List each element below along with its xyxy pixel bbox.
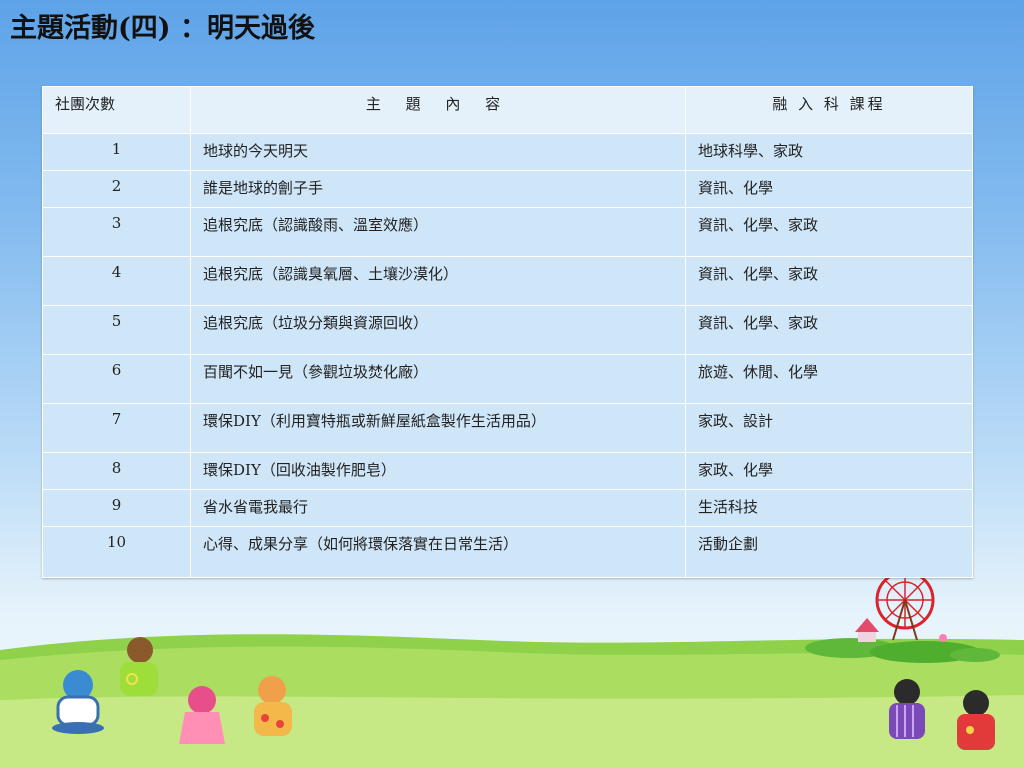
session-number: 5	[42, 305, 191, 355]
subjects-cell: 資訊、化學、家政	[685, 305, 973, 355]
session-number: 4	[42, 256, 191, 306]
session-number: 1	[42, 133, 191, 171]
session-number: 9	[42, 489, 191, 527]
subjects-cell: 資訊、化學	[685, 170, 973, 208]
subjects-cell: 資訊、化學、家政	[685, 256, 973, 306]
table-row: 10 心得、成果分享（如何將環保落實在日常生活） 活動企劃	[42, 526, 973, 578]
column-header-session: 社團次數	[42, 86, 191, 134]
topic-cell: 地球的今天明天	[190, 133, 686, 171]
subjects-cell: 資訊、化學、家政	[685, 207, 973, 257]
subjects-cell: 活動企劃	[685, 526, 973, 578]
subjects-cell: 家政、化學	[685, 452, 973, 490]
table-header-row: 社團次數 主 題 內 容 融 入 科 課程	[42, 86, 973, 134]
session-number: 8	[42, 452, 191, 490]
session-number: 7	[42, 403, 191, 453]
table-row: 4 追根究底（認識臭氧層、土壤沙漠化） 資訊、化學、家政	[42, 256, 973, 306]
activity-table: 社團次數 主 題 內 容 融 入 科 課程 1 地球的今天明天 地球科學、家政 …	[42, 86, 973, 578]
column-header-topic: 主 題 內 容	[190, 86, 686, 134]
session-number: 6	[42, 354, 191, 404]
grass-foreground	[0, 695, 1024, 768]
table-row: 5 追根究底（垃圾分類與資源回收） 資訊、化學、家政	[42, 305, 973, 355]
session-number: 10	[42, 526, 191, 578]
topic-cell: 追根究底（認識臭氧層、土壤沙漠化）	[190, 256, 686, 306]
ferris-wheel-icon	[855, 570, 947, 642]
table-row: 6 百聞不如一見（參觀垃圾焚化廠） 旅遊、休閒、化學	[42, 354, 973, 404]
table-row: 1 地球的今天明天 地球科學、家政	[42, 133, 973, 171]
session-number: 3	[42, 207, 191, 257]
topic-cell: 省水省電我最行	[190, 489, 686, 527]
table-row: 8 環保DIY（回收油製作肥皂） 家政、化學	[42, 452, 973, 490]
subjects-cell: 旅遊、休閒、化學	[685, 354, 973, 404]
table-row: 9 省水省電我最行 生活科技	[42, 489, 973, 527]
session-number: 2	[42, 170, 191, 208]
topic-cell: 環保DIY（回收油製作肥皂）	[190, 452, 686, 490]
table-row: 3 追根究底（認識酸雨、溫室效應） 資訊、化學、家政	[42, 207, 973, 257]
topic-cell: 誰是地球的劊子手	[190, 170, 686, 208]
topic-cell: 追根究底（認識酸雨、溫室效應）	[190, 207, 686, 257]
table-row: 7 環保DIY（利用寶特瓶或新鮮屋紙盒製作生活用品） 家政、設計	[42, 403, 973, 453]
subjects-cell: 家政、設計	[685, 403, 973, 453]
slide-title: 主題活動(四) ：明天過後	[10, 13, 315, 44]
table-row: 2 誰是地球的劊子手 資訊、化學	[42, 170, 973, 208]
topic-cell: 百聞不如一見（參觀垃圾焚化廠）	[190, 354, 686, 404]
topic-cell: 追根究底（垃圾分類與資源回收）	[190, 305, 686, 355]
topic-cell: 心得、成果分享（如何將環保落實在日常生活）	[190, 526, 686, 578]
subjects-cell: 地球科學、家政	[685, 133, 973, 171]
topic-cell: 環保DIY（利用寶特瓶或新鮮屋紙盒製作生活用品）	[190, 403, 686, 453]
subjects-cell: 生活科技	[685, 489, 973, 527]
column-header-subjects: 融 入 科 課程	[685, 86, 973, 134]
